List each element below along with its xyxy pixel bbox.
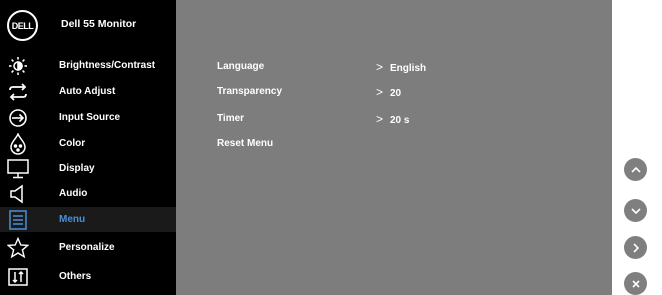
sidebar-item-auto-adjust[interactable]: Auto Adjust <box>0 79 176 104</box>
sidebar-item-audio[interactable]: Audio <box>0 181 176 206</box>
close-button[interactable] <box>624 272 647 295</box>
sidebar-item-input-source[interactable]: Input Source <box>0 105 176 130</box>
sidebar-item-others[interactable]: Others <box>0 264 176 289</box>
display-icon <box>7 158 29 180</box>
close-icon <box>631 279 640 288</box>
brightness-icon <box>7 55 29 77</box>
sidebar-item-label: Audio <box>59 188 88 199</box>
sidebar-item-label: Personalize <box>59 242 115 253</box>
setting-transparency-value[interactable]: >20 <box>376 85 401 99</box>
auto-adjust-icon <box>7 81 29 103</box>
sidebar: DELL Dell 55 Monitor Brightness/Contrast <box>0 0 176 295</box>
sidebar-item-label: Others <box>59 271 92 282</box>
sidebar-item-label: Display <box>59 163 95 174</box>
setting-transparency-label[interactable]: Transparency <box>217 86 282 97</box>
audio-icon <box>7 183 29 205</box>
setting-timer-value[interactable]: >20 s <box>376 112 409 126</box>
setting-language-label[interactable]: Language <box>217 61 264 72</box>
sidebar-item-brightness-contrast[interactable]: Brightness/Contrast <box>0 53 176 78</box>
right-button[interactable] <box>624 236 647 259</box>
chevron-down-icon <box>630 207 641 214</box>
dell-logo: DELL <box>7 10 38 41</box>
sidebar-item-label: Auto Adjust <box>59 86 116 97</box>
sidebar-item-label: Menu <box>59 214 86 225</box>
chevron-right-icon: > <box>376 60 384 74</box>
menu-icon <box>7 209 29 231</box>
sidebar-item-label: Input Source <box>59 112 121 123</box>
input-source-icon <box>7 107 29 129</box>
sidebar-item-display[interactable]: Display <box>0 156 176 181</box>
sidebar-item-label: Brightness/Contrast <box>59 60 156 71</box>
chevron-right-icon: > <box>376 112 384 126</box>
sidebar-item-personalize[interactable]: Personalize <box>0 235 176 260</box>
value-text: 20 s <box>390 115 410 126</box>
chevron-right-icon: > <box>376 85 384 99</box>
setting-language-value[interactable]: > English <box>376 60 426 74</box>
sidebar-item-menu[interactable]: Menu <box>0 207 176 232</box>
value-text: 20 <box>390 88 402 99</box>
monitor-osd: DELL Dell 55 Monitor Brightness/Contrast <box>0 0 612 295</box>
setting-reset-menu[interactable]: Reset Menu <box>217 138 273 149</box>
value-text: English <box>390 63 427 74</box>
color-icon <box>7 132 29 155</box>
star-icon <box>7 236 29 259</box>
chevron-up-icon <box>630 166 641 173</box>
chevron-right-icon <box>632 242 639 253</box>
down-button[interactable] <box>624 199 647 222</box>
osd-header: DELL Dell 55 Monitor <box>0 0 176 47</box>
monitor-title: Dell 55 Monitor <box>61 18 137 30</box>
setting-timer-label[interactable]: Timer <box>217 113 244 124</box>
sidebar-item-color[interactable]: Color <box>0 131 176 156</box>
menu-settings-panel: Language > English Transparency >20 Timer… <box>176 0 612 295</box>
up-button[interactable] <box>624 158 647 181</box>
sidebar-item-label: Color <box>59 138 86 149</box>
others-icon <box>7 266 29 288</box>
